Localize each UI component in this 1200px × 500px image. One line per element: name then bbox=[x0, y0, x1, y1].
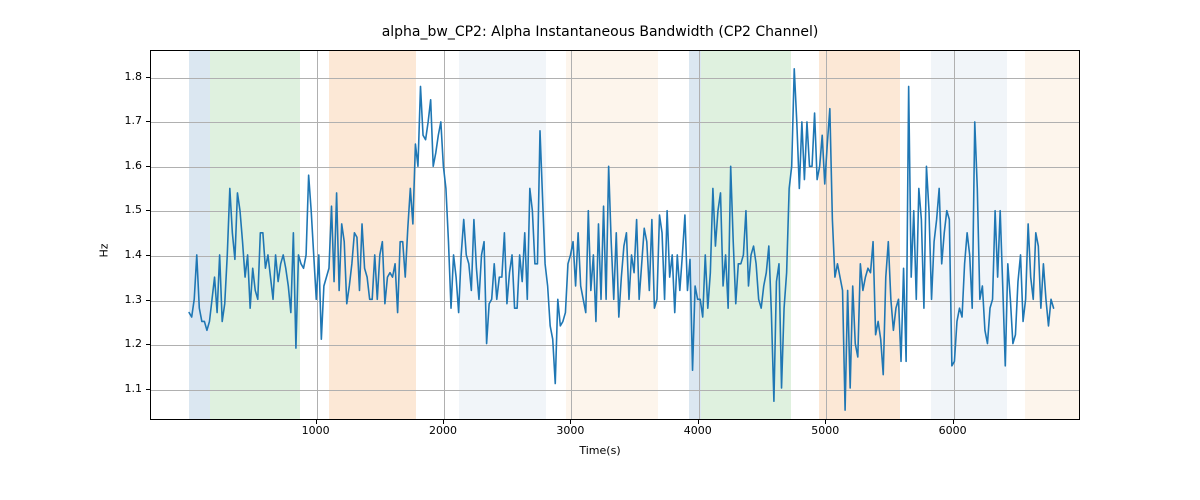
x-tick-mark bbox=[953, 420, 954, 424]
x-tick-mark bbox=[698, 420, 699, 424]
x-tick-mark bbox=[316, 420, 317, 424]
plot-area bbox=[150, 50, 1080, 420]
x-tick-mark bbox=[825, 420, 826, 424]
y-tick-label: 1.4 bbox=[102, 248, 142, 261]
y-tick-label: 1.5 bbox=[102, 203, 142, 216]
x-tick-label: 2000 bbox=[413, 424, 473, 437]
y-tick-mark bbox=[146, 77, 150, 78]
x-tick-label: 6000 bbox=[923, 424, 983, 437]
y-tick-label: 1.1 bbox=[102, 382, 142, 395]
chart-title: alpha_bw_CP2: Alpha Instantaneous Bandwi… bbox=[0, 24, 1200, 40]
y-tick-mark bbox=[146, 166, 150, 167]
y-tick-label: 1.2 bbox=[102, 337, 142, 350]
y-tick-mark bbox=[146, 300, 150, 301]
x-axis-label: Time(s) bbox=[0, 444, 1200, 457]
y-tick-label: 1.8 bbox=[102, 70, 142, 83]
y-tick-mark bbox=[146, 210, 150, 211]
y-tick-mark bbox=[146, 344, 150, 345]
y-tick-label: 1.7 bbox=[102, 114, 142, 127]
x-tick-mark bbox=[570, 420, 571, 424]
x-tick-mark bbox=[443, 420, 444, 424]
x-tick-label: 4000 bbox=[668, 424, 728, 437]
x-tick-label: 3000 bbox=[540, 424, 600, 437]
line-series bbox=[151, 51, 1079, 419]
y-tick-mark bbox=[146, 121, 150, 122]
y-tick-mark bbox=[146, 255, 150, 256]
x-tick-label: 1000 bbox=[286, 424, 346, 437]
y-tick-label: 1.6 bbox=[102, 159, 142, 172]
y-tick-label: 1.3 bbox=[102, 293, 142, 306]
x-tick-label: 5000 bbox=[795, 424, 855, 437]
figure: alpha_bw_CP2: Alpha Instantaneous Bandwi… bbox=[0, 0, 1200, 500]
y-tick-mark bbox=[146, 389, 150, 390]
